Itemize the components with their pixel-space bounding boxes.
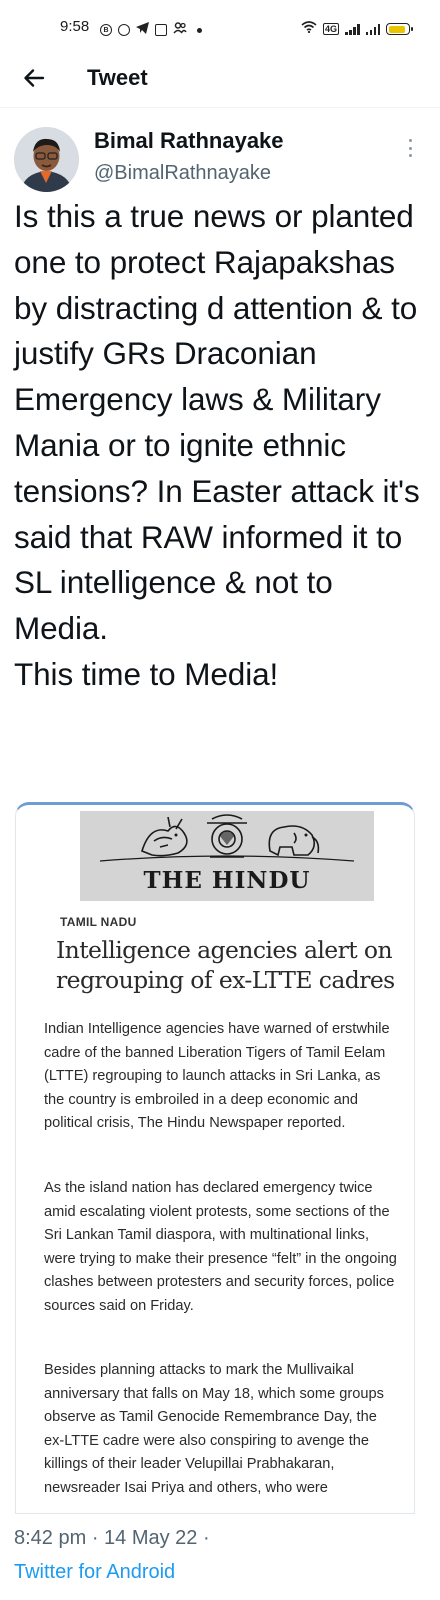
avatar[interactable] [14,127,79,192]
arrow-left-icon [22,66,46,95]
tweet-source-link[interactable]: Twitter for Android [14,1561,175,1600]
article-headline: Intelligence agencies alert on regroupin… [56,936,395,994]
notification-icons: B [100,21,202,39]
tweet-text: Is this a true news or planted one to pr… [14,198,420,692]
masthead-title: THE HINDU [143,867,311,894]
whatsapp-icon [118,24,130,36]
news-icon [155,24,167,36]
article-paragraph: Indian Intelligence agencies have warned… [44,1021,390,1131]
signal-icon [345,23,360,35]
volte-icon: 4G [322,23,339,35]
top-app-bar: Tweet [0,52,440,108]
page-title: Tweet [87,65,148,90]
newspaper-masthead: THE HINDU [80,811,374,901]
article-paragraph: As the island nation has declared emerge… [44,1180,397,1314]
status-bar: 9:58 B 4G [0,0,440,52]
more-notifications-dot [197,27,202,33]
author-handle[interactable]: @BimalRathnayake [94,162,271,185]
article-paragraph: Besides planning attacks to mark the Mul… [44,1362,384,1496]
more-vert-icon [408,139,412,142]
avatar-image [14,127,79,192]
tweet-media-image[interactable]: THE HINDU TAMIL NADU Intelligence agenci… [15,802,415,1514]
b-app-icon: B [100,24,112,36]
masthead-emblem-icon [99,814,355,862]
group-icon [173,21,187,39]
more-options-button[interactable] [402,137,418,159]
status-indicators: 4G [301,20,413,38]
battery-icon [386,23,413,35]
section-label: TAMIL NADU [60,915,137,929]
wifi-icon [301,20,317,38]
back-button[interactable] [18,64,50,96]
author-name[interactable]: Bimal Rathnayake [94,128,284,154]
signal-icon-2 [365,23,380,35]
status-time: 9:58 [60,18,90,35]
telegram-icon [136,21,149,39]
tweet-timestamp: 8:42 pm · 14 May 22 · [14,1527,210,1549]
